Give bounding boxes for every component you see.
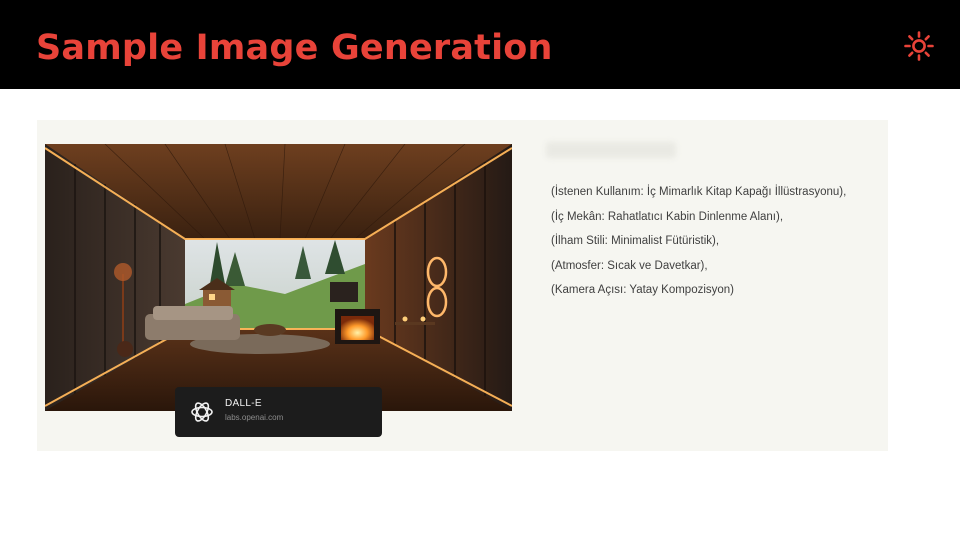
prompt-line: (Atmosfer: Sıcak ve Davetkar), (551, 259, 708, 272)
prompt-line: (Kamera Açısı: Yatay Kompozisyon) (551, 284, 735, 296)
source-app-name: DALL-E (225, 398, 262, 409)
prompt-line: (İlham Stili: Minimalist Fütüristik), (551, 235, 720, 247)
page-title: Sample Image Generation (36, 28, 553, 68)
prompt-text: (İstenen Kullanım: İç Mimarlık Kitap Kap… (551, 186, 846, 309)
source-app-url[interactable]: labs.openai.com (225, 413, 283, 422)
header-bar: Sample Image Generation (0, 0, 960, 89)
openai-logo-icon (191, 402, 213, 422)
prompt-line: (İç Mekân: Rahatlatıcı Kabin Dinlenme Al… (551, 210, 784, 223)
image-source-card: DALL-E labs.openai.com (175, 387, 382, 437)
prompt-line: (İstenen Kullanım: İç Mimarlık Kitap Kap… (551, 186, 847, 198)
generated-image (45, 144, 512, 411)
sun-icon[interactable] (903, 30, 935, 62)
blurred-heading (546, 142, 676, 158)
